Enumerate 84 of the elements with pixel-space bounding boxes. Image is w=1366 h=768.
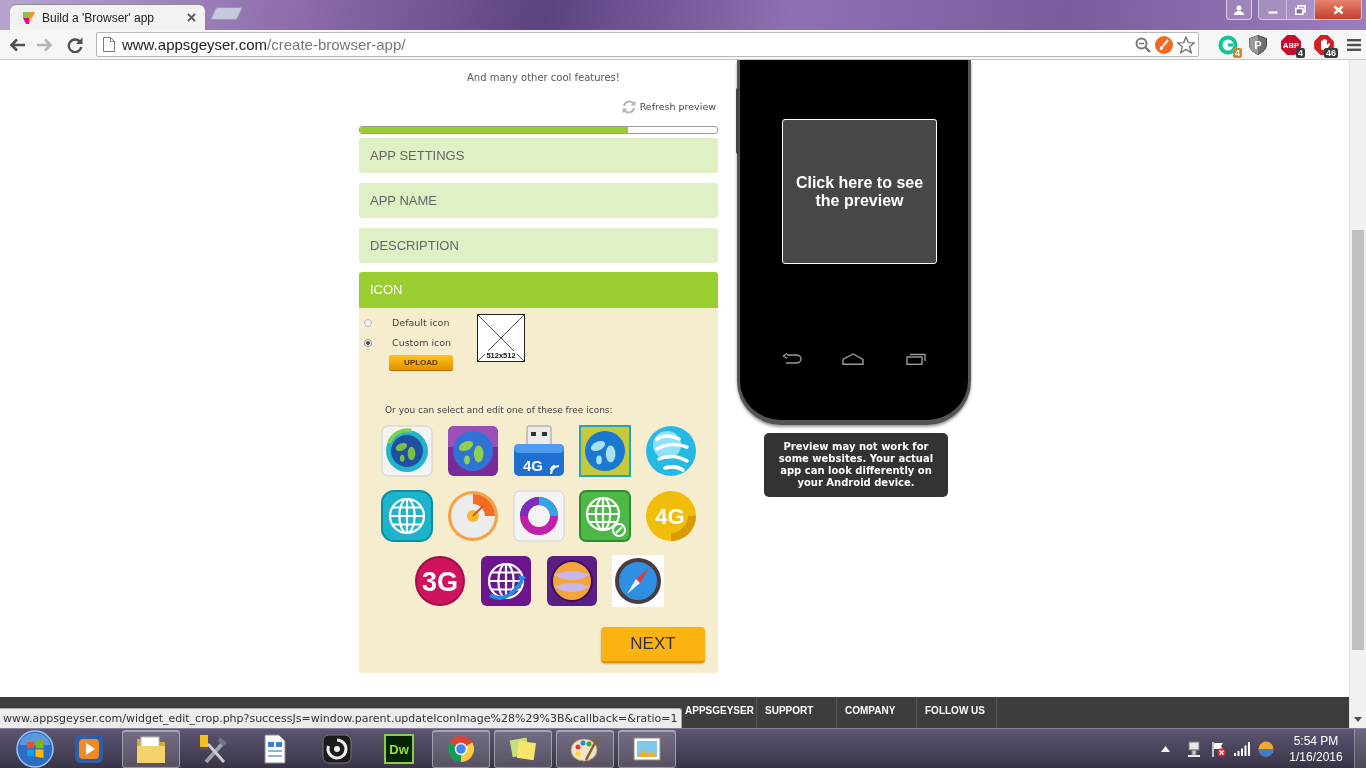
footer-heading: COMPANY	[845, 705, 896, 717]
refresh-preview-link[interactable]: Refresh preview	[620, 99, 716, 115]
footer-heading: APPSGEYSER	[685, 705, 754, 717]
clock-date: 1/16/2016	[1289, 748, 1343, 765]
section-header[interactable]: APP SETTINGS	[359, 138, 718, 173]
close-icon	[1332, 4, 1344, 15]
preview-button[interactable]: Click here to see the preview	[782, 119, 937, 264]
section-header[interactable]: APP NAME	[359, 183, 718, 218]
grid-globe-icon[interactable]	[579, 490, 631, 542]
tricolor-circle-icon	[446, 733, 476, 764]
phone-side-key	[736, 88, 739, 154]
zoom-out-icon[interactable]	[1135, 36, 1151, 53]
show-desktop-button[interactable]	[1354, 729, 1366, 768]
section-header[interactable]: DESCRIPTION	[359, 228, 718, 263]
ring-icon[interactable]	[513, 490, 565, 542]
scrollbar-track[interactable]	[1349, 60, 1366, 728]
close-button[interactable]	[1315, 0, 1361, 19]
address-bar[interactable]: www.appsgeyser.com/create-browser-app/	[95, 32, 1199, 57]
footer-heading: SUPPORT	[765, 705, 814, 717]
menu-icon	[1347, 38, 1361, 51]
grid-globe-icon[interactable]	[480, 555, 532, 607]
url-text: www.appsgeyser.com/create-browser-app/	[121, 35, 406, 54]
footer-heading: FOLLOW US	[925, 705, 985, 717]
refresh-icon	[620, 99, 637, 115]
signal-bars-icon[interactable]	[1234, 741, 1250, 756]
scrollbar-thumb[interactable]	[1352, 230, 1364, 650]
icon-text: P	[1254, 38, 1262, 51]
free-icons-prompt: Or you can select and edit one of these free icons:	[385, 404, 613, 416]
option-label: Default icon	[392, 317, 450, 329]
icon-text: 4G	[523, 457, 543, 474]
stop-hand-icon	[1313, 33, 1335, 56]
icon-text: 4G	[655, 504, 685, 529]
ring-icon	[1218, 34, 1238, 55]
clock-time: 5:54 PM	[1293, 732, 1339, 749]
restore-icon	[1295, 4, 1306, 15]
recent-apps-icon[interactable]	[906, 353, 926, 365]
globe-icon[interactable]	[447, 425, 499, 477]
profile-button[interactable]	[1226, 0, 1252, 20]
person-icon	[1234, 4, 1244, 15]
preview-note: Preview may not work for some websites. Your actual app can look differently on your Android device.	[764, 433, 948, 497]
notification-count: 46	[1324, 47, 1338, 58]
reload-icon	[66, 36, 83, 53]
spiral-logo-icon	[322, 733, 352, 764]
notification-count: 4	[1233, 47, 1242, 58]
taskbar-button[interactable]	[618, 729, 676, 768]
option-label: Custom icon	[392, 337, 452, 349]
close-icon[interactable]	[187, 13, 196, 22]
star-icon[interactable]	[1177, 35, 1195, 54]
ball-icon[interactable]	[1258, 740, 1274, 757]
next-button[interactable]: NEXT	[601, 627, 705, 663]
taskbar-button[interactable]: Dw	[370, 729, 428, 768]
site-logo-icon	[22, 10, 36, 25]
flag-error-icon[interactable]	[1210, 740, 1226, 757]
minimize-icon	[1267, 11, 1278, 14]
page-icon	[102, 37, 115, 52]
browser-tab[interactable]: Build a 'Browser' app	[10, 5, 205, 30]
scroll-down-icon[interactable]	[1354, 717, 1362, 722]
globe-icon[interactable]	[381, 425, 433, 477]
tab-title: Build a 'Browser' app	[42, 10, 155, 25]
notification-count: 4	[1296, 47, 1305, 58]
3g-circle-icon[interactable]: 3G	[414, 555, 466, 607]
gauge-icon[interactable]	[447, 490, 499, 542]
folder-icon	[136, 733, 166, 764]
icon-text: 3G	[422, 567, 458, 597]
monitor-icon[interactable]	[1186, 740, 1202, 757]
maximize-button[interactable]	[1287, 0, 1315, 19]
upload-button[interactable]: UPLOAD	[389, 355, 453, 371]
icon-text: Dw	[389, 741, 409, 757]
radio-button[interactable]	[364, 339, 372, 347]
brush-icon[interactable]	[1155, 35, 1173, 54]
feature-note: And many other cool features!	[467, 71, 620, 85]
taskbar-button[interactable]	[122, 729, 180, 768]
play-icon	[74, 733, 104, 764]
tools-icon	[198, 733, 228, 764]
expand-caret-icon[interactable]	[1161, 745, 1170, 752]
home-nav-icon[interactable]	[842, 353, 864, 365]
globe-icon[interactable]	[579, 425, 631, 477]
status-bubble: www.appsgeyser.com/widget_edit_crop.php?successJs=window.parent.updateIconImage%28%29%3B&callback=&ratio=1	[0, 708, 682, 728]
compass-icon[interactable]	[612, 555, 664, 607]
start-button[interactable]	[16, 729, 54, 768]
radio-button[interactable]	[364, 319, 372, 327]
extension-button[interactable]: 46	[1310, 31, 1338, 58]
extension-button[interactable]: 4	[1214, 31, 1242, 58]
back-nav-icon[interactable]	[782, 353, 802, 365]
